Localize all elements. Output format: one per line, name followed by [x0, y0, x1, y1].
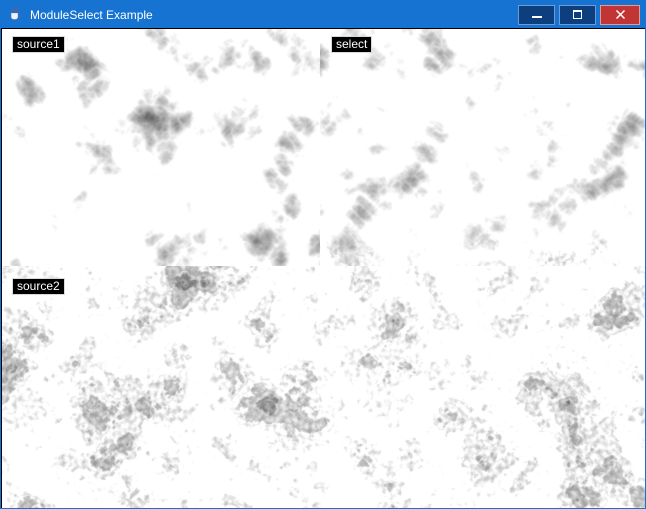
render-area: source1 select source2	[2, 29, 646, 509]
window-controls	[518, 5, 645, 25]
source2-noise-image	[2, 266, 646, 509]
close-button[interactable]	[600, 5, 640, 25]
label-source2: source2	[12, 278, 65, 295]
minimize-icon	[532, 16, 542, 18]
source1-noise-image	[2, 29, 320, 266]
window-title: ModuleSelect Example	[30, 8, 153, 22]
titlebar[interactable]: ModuleSelect Example	[1, 1, 645, 28]
java-coffee-cup-icon	[8, 7, 23, 22]
label-source1: source1	[12, 36, 65, 53]
close-icon	[615, 9, 626, 20]
maximize-button[interactable]	[559, 5, 596, 25]
app-window: ModuleSelect Example source1 select sour…	[0, 0, 646, 509]
minimize-button[interactable]	[518, 5, 555, 25]
maximize-icon	[573, 10, 582, 19]
label-select: select	[331, 36, 372, 53]
